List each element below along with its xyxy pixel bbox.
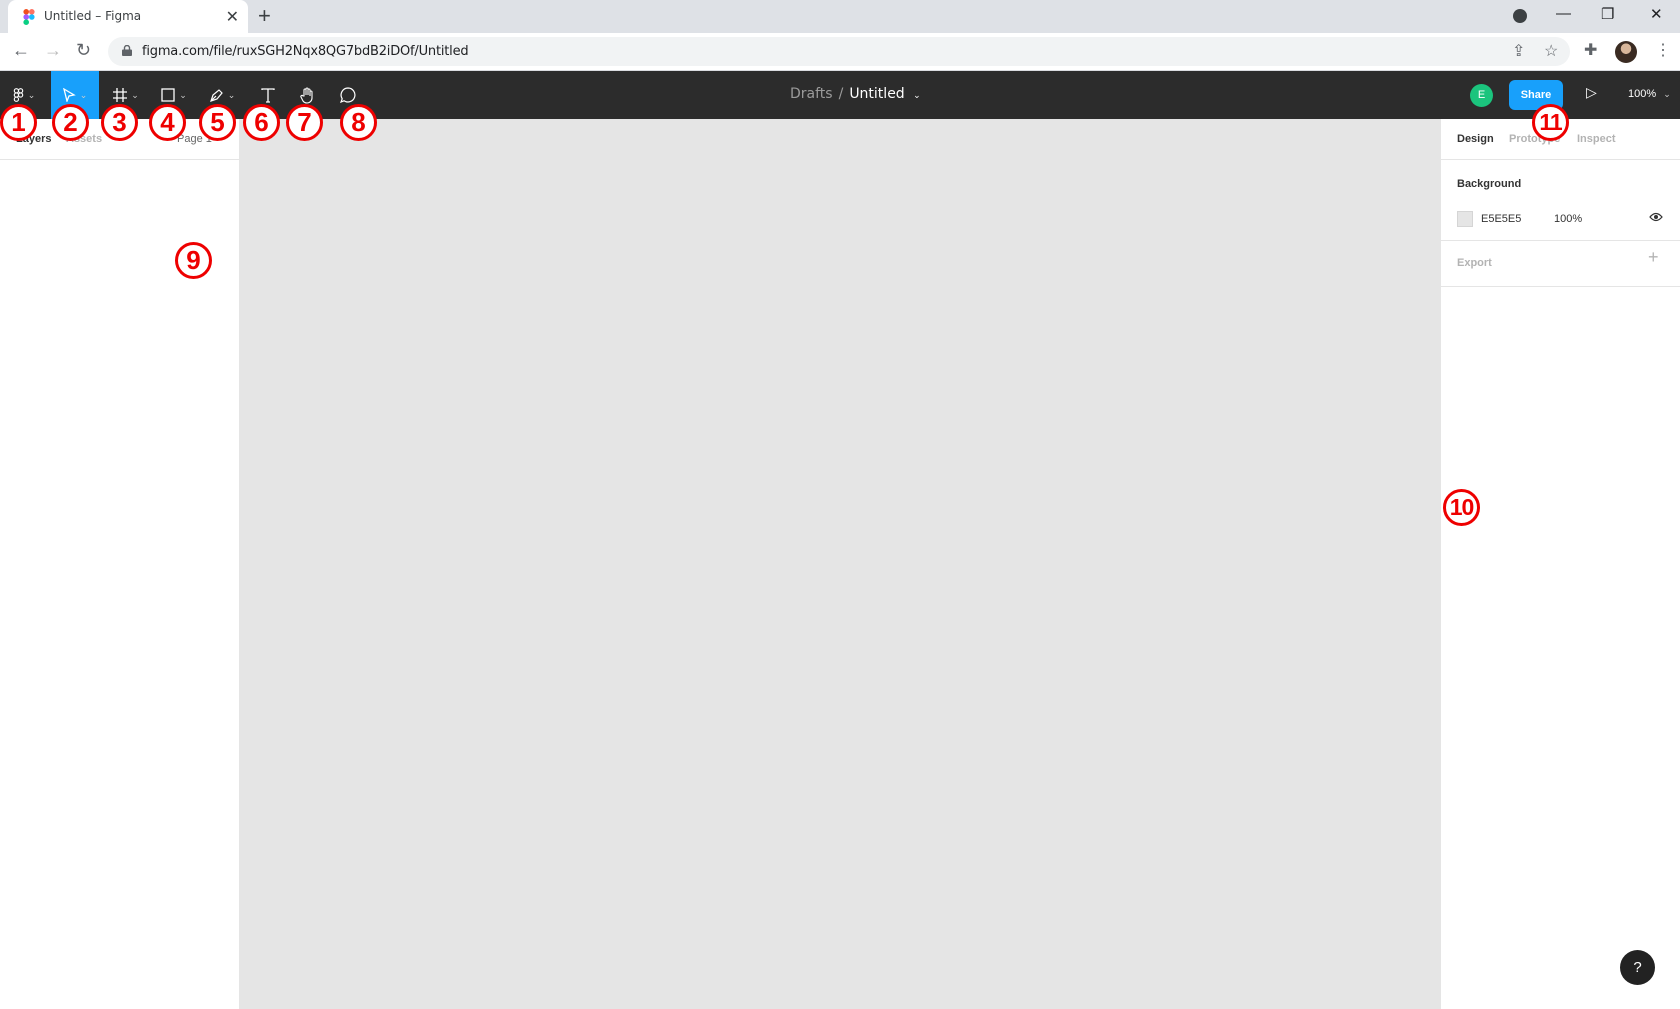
bookmark-star-icon[interactable]: ☆ xyxy=(1544,41,1558,61)
annotation-marker-6: 6 xyxy=(243,104,280,141)
annotation-marker-8: 8 xyxy=(340,104,377,141)
profile-avatar[interactable] xyxy=(1615,41,1637,63)
restore-icon[interactable]: ❐ xyxy=(1601,5,1614,23)
file-name[interactable]: Untitled xyxy=(849,86,904,102)
chevron-down-icon[interactable]: ⌄ xyxy=(913,91,921,101)
chevron-down-icon: ⌄ xyxy=(1663,89,1671,99)
new-tab-icon[interactable]: + xyxy=(258,3,271,29)
browser-tab[interactable]: Untitled – Figma ✕ xyxy=(8,0,248,33)
present-play-icon[interactable]: ▷ xyxy=(1586,84,1597,101)
properties-panel: Design Prototype Inspect Background E5E5… xyxy=(1440,119,1680,1009)
browser-toolbar: ← → ↻ figma.com/file/ruxSGH2Nqx8QG7bdB2i… xyxy=(0,33,1680,71)
breadcrumb-separator: / xyxy=(838,86,844,102)
move-arrow-icon xyxy=(62,88,76,102)
lock-icon xyxy=(122,45,132,56)
zoom-dropdown[interactable]: 100% ⌄ xyxy=(1628,88,1671,100)
background-title: Background xyxy=(1457,178,1522,190)
pen-icon xyxy=(209,88,223,102)
back-icon[interactable]: ← xyxy=(12,40,30,61)
annotation-marker-11: 11 xyxy=(1532,104,1569,141)
figma-logo-icon xyxy=(13,88,23,102)
chevron-down-icon: ⌄ xyxy=(131,89,139,100)
background-swatch[interactable] xyxy=(1457,211,1473,227)
reload-icon[interactable]: ↻ xyxy=(76,40,91,61)
design-canvas[interactable] xyxy=(240,119,1440,1009)
rectangle-icon xyxy=(161,88,175,102)
url-text: figma.com/file/ruxSGH2Nqx8QG7bdB2iDOf/Un… xyxy=(142,44,469,59)
annotation-marker-4: 4 xyxy=(149,104,186,141)
chevron-down-icon: ⌄ xyxy=(179,89,187,100)
annotation-marker-10: 10 xyxy=(1443,489,1480,526)
zoom-label: 100% xyxy=(1628,88,1657,100)
annotation-marker-2: 2 xyxy=(52,104,89,141)
eye-icon[interactable] xyxy=(1649,212,1663,222)
background-section: Background E5E5E5 100% xyxy=(1441,160,1680,241)
export-section: Export + xyxy=(1441,241,1680,287)
tab-close-icon[interactable]: ✕ xyxy=(226,7,239,27)
annotation-marker-7: 7 xyxy=(286,104,323,141)
user-avatar-badge[interactable]: E xyxy=(1470,84,1493,107)
share-page-icon[interactable]: ⇪ xyxy=(1512,41,1525,61)
help-button[interactable]: ? xyxy=(1620,950,1655,985)
annotation-marker-9: 9 xyxy=(175,242,212,279)
annotation-marker-3: 3 xyxy=(101,104,138,141)
address-bar[interactable]: figma.com/file/ruxSGH2Nqx8QG7bdB2iDOf/Un… xyxy=(108,37,1570,66)
background-opacity-field[interactable]: 100% xyxy=(1554,213,1582,225)
hand-icon xyxy=(300,86,313,104)
window-close-icon[interactable]: ✕ xyxy=(1650,5,1663,23)
chrome-menu-icon[interactable]: ⋮ xyxy=(1655,40,1671,60)
add-export-icon[interactable]: + xyxy=(1648,247,1659,268)
figma-favicon-icon xyxy=(23,9,35,25)
chevron-down-icon: ⌄ xyxy=(227,89,236,100)
export-title: Export xyxy=(1457,257,1492,269)
frame-icon xyxy=(113,88,128,102)
chevron-down-icon: ⌄ xyxy=(79,89,88,100)
comment-icon xyxy=(340,87,356,103)
tab-search-icon[interactable] xyxy=(1513,9,1527,23)
text-icon xyxy=(261,87,275,103)
tab-inspect[interactable]: Inspect xyxy=(1577,133,1616,145)
background-hex-field[interactable]: E5E5E5 xyxy=(1481,213,1521,225)
tab-title: Untitled – Figma xyxy=(44,9,142,23)
annotation-marker-1: 1 xyxy=(0,104,37,141)
breadcrumb: Drafts / Untitled ⌄ xyxy=(790,86,921,102)
annotation-marker-5: 5 xyxy=(199,104,236,141)
tab-design[interactable]: Design xyxy=(1457,133,1494,145)
forward-icon[interactable]: → xyxy=(44,40,62,61)
minimize-icon[interactable]: — xyxy=(1556,5,1571,22)
chevron-down-icon: ⌄ xyxy=(27,89,36,100)
extensions-icon[interactable]: ✚ xyxy=(1584,40,1597,60)
browser-tab-strip: Untitled – Figma ✕ + — ❐ ✕ xyxy=(0,0,1680,33)
breadcrumb-drafts[interactable]: Drafts xyxy=(790,86,833,102)
